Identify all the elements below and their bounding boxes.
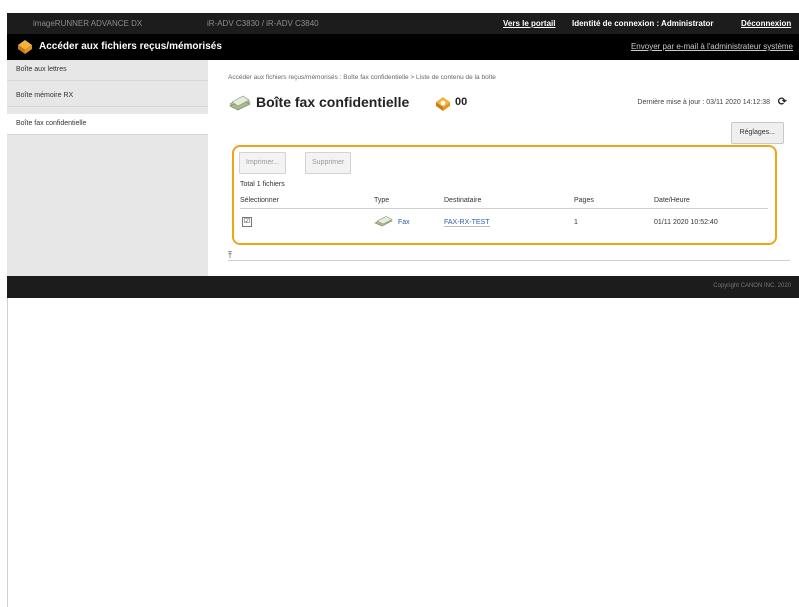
portal-link[interactable]: Vers le portail bbox=[503, 19, 555, 28]
top-header-bar: imageRUNNER ADVANCE DX iR-ADV C3830 / iR… bbox=[7, 13, 799, 34]
pages-value: 1 bbox=[574, 218, 578, 226]
box-number: 00 bbox=[455, 96, 468, 108]
divider bbox=[228, 260, 790, 261]
sidebar-item-label: Boîte fax confidentielle bbox=[16, 120, 87, 127]
fax-type-icon bbox=[374, 216, 396, 227]
breadcrumb: Accéder aux fichiers reçus/mémorisés : B… bbox=[228, 74, 496, 81]
send-mail-admin-link[interactable]: Envoyer par e-mail à l'administrateur sy… bbox=[631, 42, 793, 51]
select-checkbox[interactable]: ☑ bbox=[242, 217, 252, 227]
sidebar-item-memory-rx[interactable]: Boîte mémoire RX bbox=[7, 86, 208, 107]
recipient-link[interactable]: FAX-RX-TEST bbox=[444, 218, 490, 227]
received-files-icon bbox=[17, 39, 33, 55]
datetime-value: 01/11 2020 10:52:40 bbox=[654, 218, 718, 226]
file-list-panel: Imprimer... Supprimer Total 1 fichiers S… bbox=[232, 145, 777, 245]
file-table: Sélectionner Type Destinataire Pages Dat… bbox=[240, 192, 768, 235]
print-button[interactable]: Imprimer... bbox=[239, 152, 287, 174]
fax-box-icon bbox=[228, 95, 252, 116]
table-row: ☑ Fax FAX-RX-TEST 1 01/11 2020 10:52:40 bbox=[240, 209, 768, 236]
app-title: Accéder aux fichiers reçus/mémorisés bbox=[39, 41, 222, 52]
device-name: imageRUNNER ADVANCE DX bbox=[33, 19, 143, 28]
main-content: Accéder aux fichiers reçus/mémorisés : B… bbox=[208, 60, 799, 276]
delete-button[interactable]: Supprimer bbox=[305, 152, 352, 174]
refresh-icon[interactable]: ⟳ bbox=[778, 95, 787, 108]
app-title-bar: Accéder aux fichiers reçus/mémorisés Env… bbox=[7, 34, 799, 60]
last-updated: Dernière mise à jour : 03/11 2020 14:12:… bbox=[637, 99, 770, 106]
box-number-icon bbox=[435, 96, 451, 117]
sidebar-item-label: Boîte aux lettres bbox=[16, 66, 67, 73]
file-type-link[interactable]: Fax bbox=[398, 219, 410, 226]
logout-link[interactable]: Déconnexion bbox=[741, 19, 791, 28]
settings-button[interactable]: Réglages... bbox=[730, 122, 784, 144]
header-recipient: Destinataire bbox=[444, 192, 574, 209]
footer-bar: Copyright CANON INC. 2020 bbox=[7, 276, 799, 298]
copyright: Copyright CANON INC. 2020 bbox=[713, 283, 791, 289]
header-datetime: Date/Heure bbox=[654, 192, 768, 209]
table-header-row: Sélectionner Type Destinataire Pages Dat… bbox=[240, 192, 768, 209]
header-type: Type bbox=[374, 192, 444, 209]
sidebar: Boîte aux lettres Boîte mémoire RX Boîte… bbox=[7, 60, 209, 276]
total-files: Total 1 fichiers bbox=[240, 181, 285, 188]
sidebar-item-mailbox[interactable]: Boîte aux lettres bbox=[7, 60, 208, 81]
page-left-edge bbox=[7, 298, 8, 607]
header-pages: Pages bbox=[574, 192, 654, 209]
sidebar-item-confidential-fax[interactable]: Boîte fax confidentielle bbox=[7, 114, 208, 135]
login-identity: Identité de connexion : Administrator bbox=[572, 19, 714, 28]
sidebar-item-label: Boîte mémoire RX bbox=[16, 92, 74, 99]
header-select: Sélectionner bbox=[240, 192, 374, 209]
page-title: Boîte fax confidentielle bbox=[256, 94, 410, 110]
device-address: iR-ADV C3830 / iR-ADV C3840 bbox=[207, 19, 319, 28]
